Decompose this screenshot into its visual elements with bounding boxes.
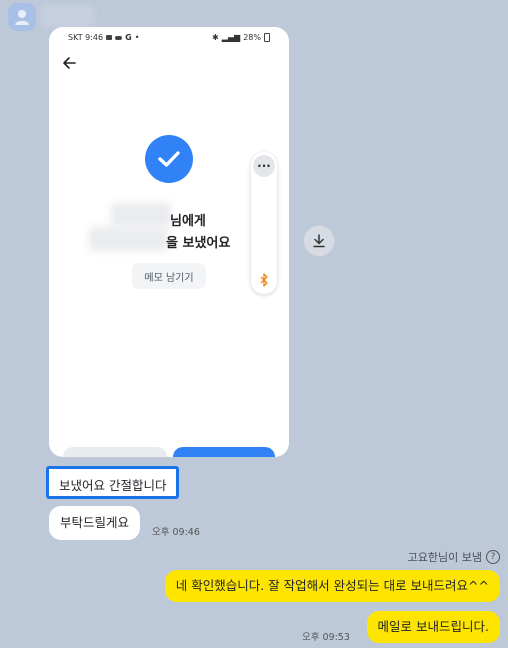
dot-icon: • — [134, 33, 140, 42]
message-timestamp: 오후 09:46 — [152, 527, 200, 538]
screenshot-secondary-button — [63, 447, 167, 457]
status-carrier-time: SKT 9:46 — [68, 33, 104, 42]
sent-message-line2: 을 보냈어요 — [166, 236, 231, 251]
sent-by-label: 고요한님이 보냄 ? — [408, 549, 500, 565]
back-arrow-icon[interactable] — [61, 55, 77, 71]
floating-side-panel: ··· — [251, 152, 277, 294]
sender-avatar[interactable] — [8, 3, 36, 31]
incoming-message-bubble[interactable]: 보냈어요 간절합니다 — [46, 466, 180, 499]
check-icon — [158, 151, 180, 167]
outgoing-message-bubble[interactable]: 메일로 보내드립니다. — [366, 611, 500, 643]
bluetooth-status-icon: ✱ — [212, 33, 219, 42]
person-icon — [15, 10, 29, 25]
more-dots-icon: ··· — [253, 155, 275, 177]
download-button[interactable] — [303, 225, 335, 257]
cloud-icon — [115, 35, 123, 40]
battery-text: 28% — [243, 33, 261, 42]
battery-icon — [264, 33, 270, 42]
blurred-recipient — [111, 203, 171, 227]
success-check-badge — [145, 135, 193, 183]
signal-icon: ▂▄▆ — [221, 33, 241, 42]
download-icon — [313, 234, 325, 248]
incoming-message-bubble[interactable]: 부탁드릴게요 — [49, 506, 141, 540]
info-icon[interactable]: ? — [486, 550, 500, 564]
bluetooth-icon — [260, 273, 268, 287]
sender-name-blurred — [40, 5, 95, 27]
blurred-amount — [89, 227, 167, 251]
phone-status-bar: SKT 9:46 G • ✱ ▂▄▆ 28% — [49, 27, 289, 49]
sent-message-line1: 님에게 — [170, 214, 206, 229]
sent-by-text: 고요한님이 보냄 — [407, 551, 482, 564]
message-timestamp: 오후 09:53 — [302, 632, 350, 643]
shared-screenshot-image[interactable]: SKT 9:46 G • ✱ ▂▄▆ 28% 님에게 을 보냈어요 메모 남기기… — [49, 27, 289, 457]
screenshot-primary-button — [173, 447, 275, 457]
status-notification-icons — [106, 35, 113, 40]
memo-button: 메모 남기기 — [132, 263, 206, 289]
status-g: G — [125, 33, 132, 42]
outgoing-message-bubble[interactable]: 네 확인했습니다. 잘 작업해서 완성되는 대로 보내드려요^^ — [164, 570, 500, 602]
